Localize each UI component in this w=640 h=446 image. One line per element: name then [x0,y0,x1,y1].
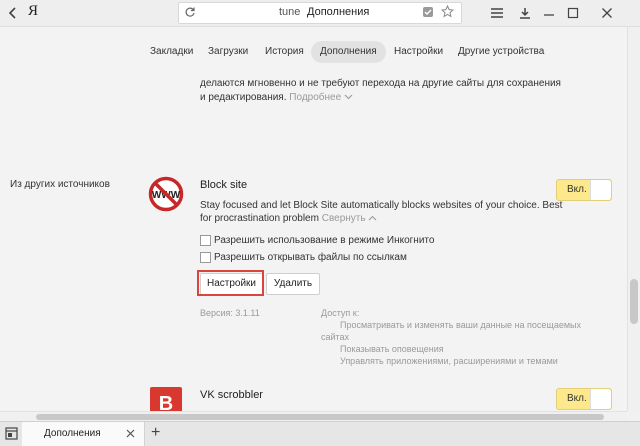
incognito-option-label[interactable]: Разрешить использование в режиме Инкогни… [214,234,434,247]
menu-icon[interactable] [488,4,506,22]
block-site-description-line2: for procrastination problem Свернуть [200,212,377,225]
tab-bookmarks[interactable]: Закладки [150,41,193,63]
tab-downloads[interactable]: Загрузки [208,41,248,63]
extensions-page: Закладки Загрузки История Дополнения Нас… [0,27,627,411]
vk-scrobbler-name: VK scrobbler [200,389,263,401]
vk-scrobbler-toggle[interactable]: Вкл. [556,388,612,410]
tab-settings[interactable]: Настройки [394,41,443,63]
toggle-knob [590,180,611,200]
vertical-scroll-thumb[interactable] [630,279,638,324]
version-label: Версия: 3.1.11 [200,308,260,318]
access-item: Управлять приложениями, расширениями и т… [340,356,558,366]
vk-scrobbler-icon: В [150,387,182,411]
downloads-icon[interactable] [516,4,534,22]
prev-extension-description-line2: и редактирования. Подробнее [200,91,353,104]
block-site-toggle-label: Вкл. [567,184,587,195]
horizontal-scroll-thumb[interactable] [36,414,604,420]
access-item: Показывать оповещения [340,344,444,354]
maximize-icon[interactable] [564,4,582,22]
more-link[interactable]: Подробнее [289,92,353,103]
new-tab-button[interactable]: + [151,424,160,442]
minimize-icon[interactable] [540,4,558,22]
block-site-name: Block site [200,179,248,191]
vk-scrobbler-toggle-label: Вкл. [567,393,587,404]
browser-tab[interactable]: Дополнения [22,422,145,446]
incognito-checkbox[interactable] [200,235,211,246]
section-title-other-sources: Из других источников [10,179,110,190]
block-site-description-line1: Stay focused and let Block Site automati… [200,200,563,211]
tab-extensions[interactable]: Дополнения [311,41,386,63]
chevron-up-icon [368,215,377,221]
prev-extension-description-text: и редактирования. [200,92,287,103]
access-item: сайтах [321,332,350,342]
collapse-link-label: Свернуть [321,213,366,224]
file-links-checkbox[interactable] [200,252,211,263]
bookmark-star-icon[interactable] [441,5,454,18]
tab-bar: Дополнения + [0,421,640,446]
more-link-label: Подробнее [289,92,342,103]
collapse-link[interactable]: Свернуть [322,213,378,224]
file-links-option-label[interactable]: Разрешить открывать файлы по ссылкам [214,251,407,264]
reload-icon[interactable] [184,6,196,18]
back-icon[interactable] [4,4,22,22]
block-site-description-text: for procrastination problem [200,213,319,224]
yandex-logo[interactable]: Я [28,3,38,20]
tabs-panel-icon[interactable] [5,427,18,440]
block-site-toggle[interactable]: Вкл. [556,179,612,201]
close-icon[interactable] [598,4,616,22]
block-site-icon: WWW [148,176,184,212]
tab-history[interactable]: История [265,41,304,63]
settings-button-highlight [197,270,264,296]
access-title: Доступ к: [321,308,360,318]
settings-nav: Закладки Загрузки История Дополнения Нас… [0,41,627,63]
browser-tab-title: Дополнения [44,428,101,439]
address-page-title: Дополнения [307,6,370,18]
access-item: Просматривать и изменять ваши данные на … [340,320,581,330]
chevron-down-icon [344,94,353,100]
tab-close-icon[interactable] [126,429,135,438]
remove-button[interactable]: Удалить [266,273,320,295]
protect-shield-icon[interactable] [422,6,434,18]
toggle-knob [590,389,611,409]
address-host: tune [279,6,301,18]
browser-toolbar: Я tune Дополнения [0,0,640,27]
vertical-scrollbar[interactable] [627,27,640,411]
prev-extension-description-line1: делаются мгновенно и не требуют перехода… [200,78,561,89]
address-bar[interactable]: tune Дополнения [178,2,462,24]
tab-other-devices[interactable]: Другие устройства [458,41,544,63]
